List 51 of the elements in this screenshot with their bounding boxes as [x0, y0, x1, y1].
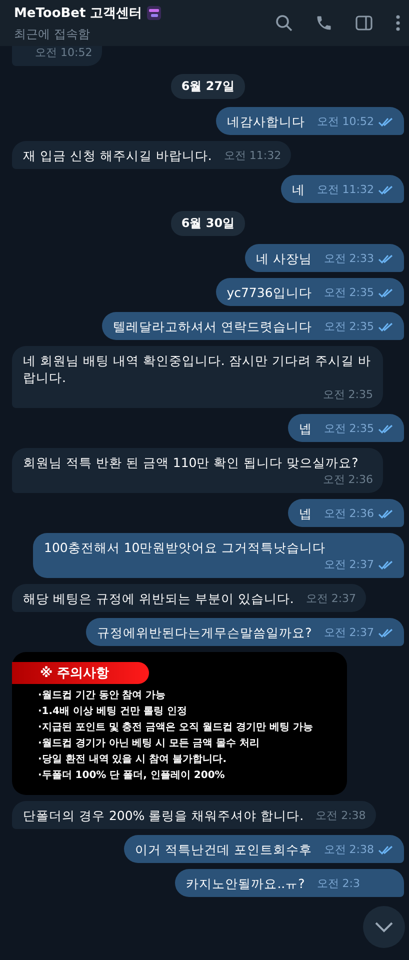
message-time: 오전 2:35: [322, 387, 373, 403]
message-time: 오전 2:36: [324, 506, 374, 522]
message-text: 넵: [298, 420, 312, 437]
chat-title: MeTooBet 고객센터: [14, 4, 142, 22]
message-time: 오전 11:32: [316, 182, 374, 198]
message-time: 오전 2:35: [324, 421, 374, 437]
last-seen-status: 최근에 접속함: [14, 26, 91, 42]
message-time: 오전 2:36: [322, 472, 373, 488]
message-text: 네: [292, 181, 305, 198]
message-text: 넵: [298, 505, 312, 522]
message-time: 오전 10:52: [316, 114, 374, 130]
message-text: 네 사장님: [256, 250, 312, 267]
notice-line: ·당일 환전 내역 있을 시 참여 불가합니다.: [37, 753, 228, 767]
message-text: 100충전해서 10만원받앗어요 그거적특낫습니다: [44, 539, 326, 556]
message-time: 오전 2:3: [316, 876, 360, 892]
message-time: 오전 2:37: [324, 557, 374, 573]
message-text: 텔레달라고하셔서 연락드렷습니다: [112, 318, 312, 335]
more-icon[interactable]: [395, 14, 401, 32]
notice-line: ·지급된 포인트 및 충전 금액은 오직 월드컵 경기만 베팅 가능: [37, 721, 314, 735]
phone-icon[interactable]: [315, 14, 333, 32]
logo-icon: [147, 6, 162, 20]
message-time: 오전 2:35: [324, 285, 374, 301]
message-text: 카지노안될까요..ㅠ?: [186, 875, 305, 892]
date-separator: 6월 30일: [171, 211, 245, 236]
search-icon[interactable]: [275, 14, 293, 32]
message-text: 네 회원님 배팅 내역 확인중입니다. 잠시만 기다려 주시길 바랍니다.: [23, 352, 372, 386]
message-time: 오전 2:37: [306, 591, 356, 607]
message-time: 오전 2:33: [324, 251, 374, 267]
message-text: 해당 베팅은 규정에 위반되는 부분이 있습니다.: [23, 590, 294, 607]
message-text: 네감사합니다: [226, 113, 305, 130]
message-time: 오전 11:32: [224, 148, 282, 164]
chevron-down-icon: [374, 921, 394, 933]
notice-line: ·두폴더 100% 단 폴더, 인플레이 200%: [37, 769, 226, 783]
message-text: 회원님 적특 반환 된 금액 110만 확인 됩니다 맞으실까요?: [23, 454, 358, 471]
sidebar-toggle-icon[interactable]: [355, 14, 373, 32]
notice-line: ·월드컵 기간 동안 참여 가능: [37, 689, 167, 703]
message-time: 오전 2:35: [324, 319, 374, 335]
date-separator: 6월 27일: [171, 74, 245, 99]
notice-line: ·1.4배 이상 베팅 건만 롤링 인정: [37, 705, 188, 719]
message-text: yc7736입니다: [226, 284, 312, 301]
message-time: 오전 2:38: [316, 808, 366, 824]
message-time: 오전 2:38: [324, 842, 374, 858]
message-text: 규정에위반된다는게무슨말씀일까요?: [97, 624, 312, 641]
message-text: 재 입금 신청 해주시길 바랍니다.: [23, 147, 212, 164]
scroll-down-button[interactable]: [363, 906, 405, 948]
message-time: 오전 10:52: [35, 46, 92, 61]
notice-heading: ※ 주의사항: [12, 662, 150, 684]
message-text: 이거 적특난건데 포인트회수후: [134, 841, 312, 858]
message-time: 오전 2:37: [324, 625, 374, 641]
notice-line: ·월드컵 경기가 아닌 베팅 시 모든 금액 몰수 처리: [37, 737, 261, 751]
message-text: 단폴더의 경우 200% 롤링을 채워주셔야 합니다.: [23, 807, 304, 824]
